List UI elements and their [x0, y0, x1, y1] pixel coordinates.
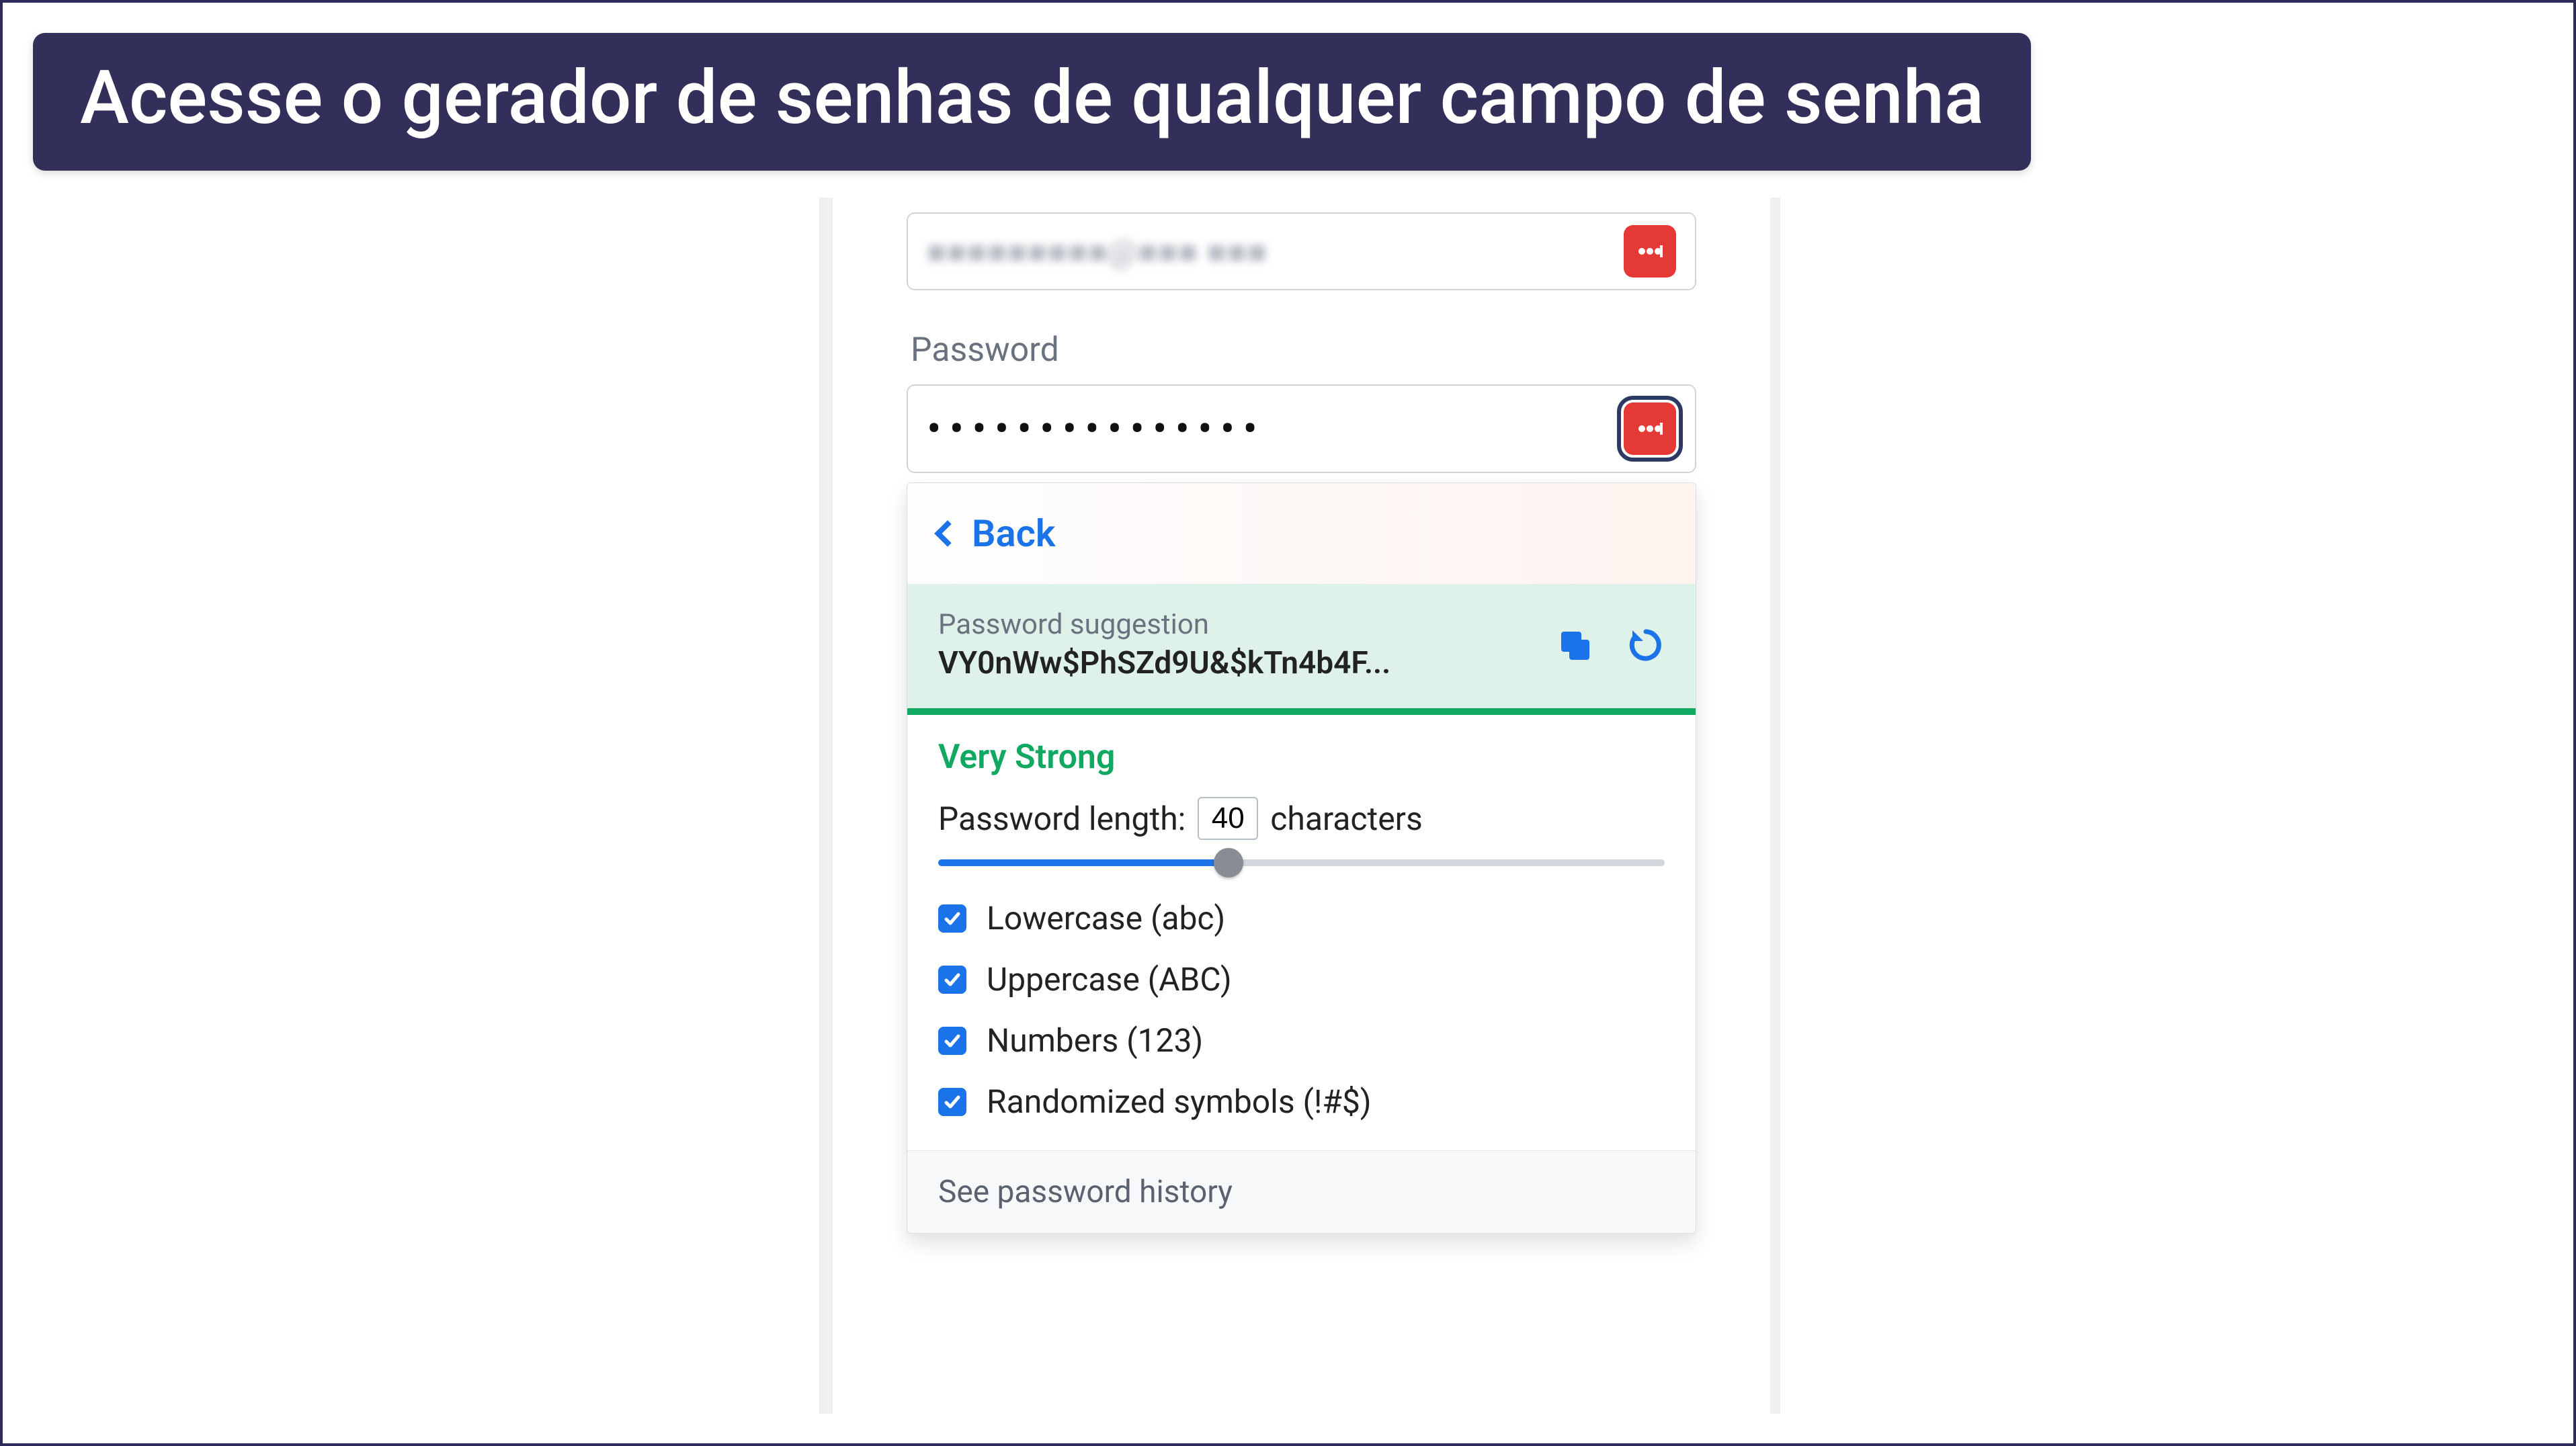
popup-header: Back — [907, 483, 1696, 584]
email-field-container[interactable]: ■■■■■■■■■@■■■ ■■■ — [907, 212, 1696, 290]
length-slider[interactable] — [938, 849, 1665, 876]
history-label: See password history — [938, 1174, 1233, 1210]
option-label: Uppercase (ABC) — [987, 960, 1232, 998]
chevron-left-icon — [934, 520, 961, 547]
suggestion-value[interactable]: VY0nWw$PhSZd9U&$kTn4b4F... — [938, 645, 1536, 681]
instruction-banner: Acesse o gerador de senhas de qualquer c… — [33, 33, 2031, 171]
length-label-before: Password length: — [938, 800, 1186, 838]
length-input[interactable] — [1198, 797, 1258, 840]
checkbox-symbols[interactable] — [938, 1088, 966, 1116]
generator-settings: Very Strong Password length: characters … — [907, 715, 1696, 1150]
checkbox-lowercase[interactable] — [938, 904, 966, 933]
back-button[interactable]: Back — [938, 511, 1055, 556]
length-label-after: characters — [1270, 800, 1422, 838]
back-label: Back — [972, 511, 1055, 556]
option-uppercase[interactable]: Uppercase (ABC) — [938, 960, 1665, 998]
password-value-masked: ••••••••••••••• — [927, 404, 1265, 454]
password-field-container[interactable]: ••••••••••••••• — [907, 384, 1696, 473]
checkbox-numbers[interactable] — [938, 1027, 966, 1055]
checkbox-uppercase[interactable] — [938, 966, 966, 994]
suggestion-label: Password suggestion — [938, 608, 1536, 641]
password-manager-icon[interactable] — [1624, 402, 1676, 455]
suggestion-text: Password suggestion VY0nWw$PhSZd9U&$kTn4… — [938, 608, 1536, 681]
password-history-link[interactable]: See password history — [907, 1150, 1696, 1233]
option-label: Randomized symbols (!#$) — [987, 1082, 1372, 1121]
option-numbers[interactable]: Numbers (123) — [938, 1021, 1665, 1060]
refresh-icon[interactable] — [1627, 626, 1665, 664]
slider-thumb[interactable] — [1214, 848, 1243, 878]
strength-bar — [907, 708, 1696, 715]
password-generator-popup: Back Password suggestion VY0nWw$PhSZd9U&… — [907, 482, 1696, 1234]
copy-icon[interactable] — [1556, 626, 1593, 664]
option-label: Lowercase (abc) — [987, 899, 1225, 937]
length-row: Password length: characters — [938, 797, 1665, 840]
option-symbols[interactable]: Randomized symbols (!#$) — [938, 1082, 1665, 1121]
email-value-blurred: ■■■■■■■■■@■■■ ■■■ — [927, 232, 1268, 271]
banner-title: Acesse o gerador de senhas de qualquer c… — [80, 54, 1984, 141]
strength-label: Very Strong — [938, 738, 1665, 777]
password-label: Password — [911, 331, 1696, 370]
option-lowercase[interactable]: Lowercase (abc) — [938, 899, 1665, 937]
slider-fill — [938, 859, 1229, 866]
password-suggestion-row: Password suggestion VY0nWw$PhSZd9U&$kTn4… — [907, 584, 1696, 708]
password-manager-icon[interactable] — [1624, 225, 1676, 278]
form-panel: ■■■■■■■■■@■■■ ■■■ Password •••••••••••••… — [833, 198, 1770, 1414]
option-label: Numbers (123) — [987, 1021, 1203, 1060]
